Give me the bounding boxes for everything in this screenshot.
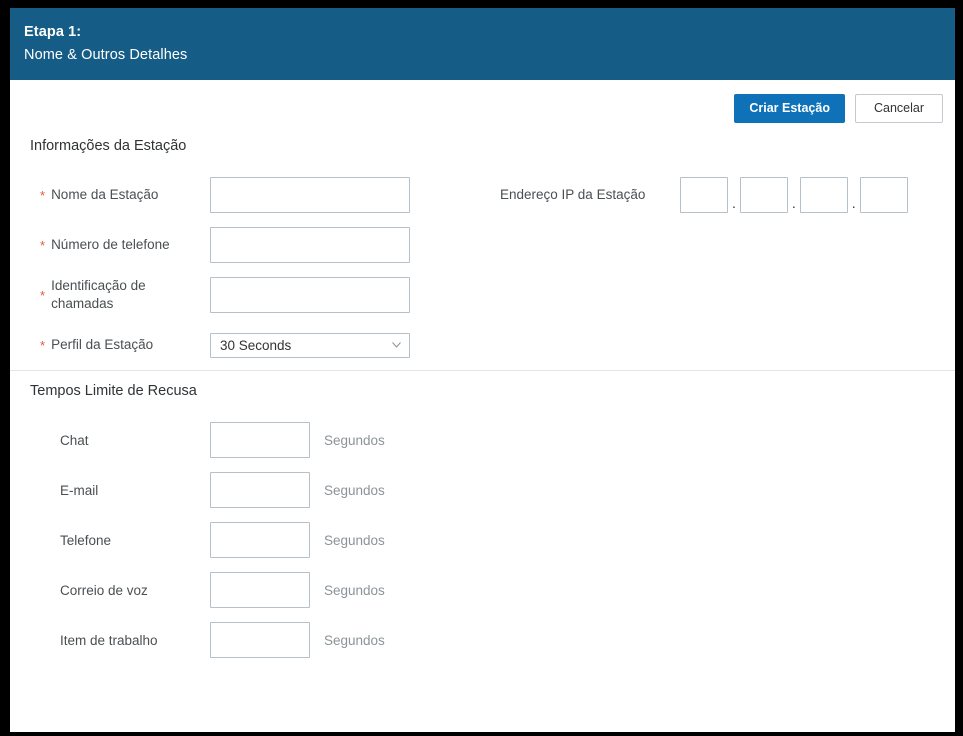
station-info-section: Informações da Estação * Nome da Estação…: [10, 136, 955, 370]
field-row-station-name: * Nome da Estação: [10, 170, 500, 220]
chat-timeout-input[interactable]: [210, 422, 310, 458]
timeout-row-voicemail: Correio de voz Segundos: [10, 565, 955, 615]
ip-separator-3: .: [851, 195, 856, 211]
chat-timeout-unit: Segundos: [324, 432, 385, 448]
wizard-page: Etapa 1: Nome & Outros Detalhes Criar Es…: [10, 8, 955, 732]
refusal-timeouts-title: Tempos Limite de Recusa: [30, 383, 197, 399]
timeout-row-email: E-mail Segundos: [10, 465, 955, 515]
window-frame: Etapa 1: Nome & Outros Detalhes Criar Es…: [0, 0, 963, 736]
voicemail-timeout-unit: Segundos: [324, 582, 385, 598]
phone-timeout-label: Telefone: [60, 532, 112, 548]
field-row-ip-address: Endereço IP da Estação . . .: [500, 170, 955, 220]
timeout-row-phone: Telefone Segundos: [10, 515, 955, 565]
required-asterisk-icon: *: [40, 287, 46, 303]
station-name-label: * Nome da Estação: [10, 186, 210, 204]
station-profile-label-text: Perfil da Estação: [51, 337, 154, 352]
timeout-row-chat: Chat Segundos: [10, 415, 955, 465]
station-profile-select[interactable]: 30 Seconds: [210, 332, 410, 358]
station-profile-label: * Perfil da Estação: [10, 336, 210, 354]
step-title-label: Nome & Outros Detalhes: [24, 47, 188, 63]
ip-address-label-text: Endereço IP da Estação: [500, 187, 646, 202]
station-name-label-text: Nome da Estação: [51, 187, 159, 202]
email-timeout-unit: Segundos: [324, 482, 385, 498]
email-timeout-input[interactable]: [210, 472, 310, 508]
required-asterisk-icon: *: [40, 187, 46, 203]
caller-id-input[interactable]: [210, 277, 410, 313]
refusal-timeouts-section: Tempos Limite de Recusa Chat Segundos E-…: [10, 370, 955, 665]
email-timeout-label: E-mail: [60, 482, 99, 498]
field-row-phone-number: * Número de telefone: [10, 220, 500, 270]
ip-separator-1: .: [732, 195, 736, 211]
ip-octet-3-input[interactable]: [799, 177, 848, 213]
create-station-button[interactable]: Criar Estação: [734, 94, 845, 123]
required-asterisk-icon: *: [40, 237, 46, 253]
work-item-timeout-label: Item de trabalho: [60, 632, 158, 648]
step-number-label: Etapa 1:: [24, 24, 82, 40]
work-item-timeout-unit: Segundos: [324, 632, 385, 648]
ip-separator-2: .: [791, 195, 796, 211]
work-item-timeout-input[interactable]: [210, 622, 310, 658]
ip-octet-4-input[interactable]: [859, 177, 908, 213]
voicemail-timeout-label: Correio de voz: [60, 582, 148, 598]
required-asterisk-icon: *: [40, 337, 46, 353]
phone-timeout-input[interactable]: [210, 522, 310, 558]
field-row-station-profile: * Perfil da Estação 30 Seconds: [10, 320, 500, 370]
field-row-caller-id: * Identificação de chamadas: [10, 270, 500, 320]
caller-id-label-text: Identificação de chamadas: [51, 278, 146, 311]
station-profile-select-wrapper: 30 Seconds: [210, 332, 410, 358]
refusal-timeouts-rows: Chat Segundos E-mail Segundos Telefone S…: [10, 415, 955, 665]
station-info-right-column: Endereço IP da Estação . . .: [500, 170, 955, 370]
voicemail-timeout-input[interactable]: [210, 572, 310, 608]
timeout-row-work-item: Item de trabalho Segundos: [10, 615, 955, 665]
phone-number-label-text: Número de telefone: [51, 237, 170, 252]
action-buttons-group: Criar Estação Cancelar: [734, 94, 943, 123]
step-header: Etapa 1: Nome & Outros Detalhes: [10, 8, 955, 80]
ip-octet-1-input[interactable]: [680, 177, 728, 213]
chat-timeout-label: Chat: [60, 432, 89, 448]
ip-address-group: . . .: [680, 177, 908, 213]
station-info-title: Informações da Estação: [30, 138, 187, 154]
phone-timeout-unit: Segundos: [324, 532, 385, 548]
action-bar: Criar Estação Cancelar: [10, 80, 955, 136]
ip-address-label: Endereço IP da Estação: [500, 186, 680, 204]
station-info-columns: * Nome da Estação * Número de telefone *…: [10, 170, 955, 370]
caller-id-label: * Identificação de chamadas: [10, 277, 210, 313]
station-name-input[interactable]: [210, 177, 410, 213]
phone-number-input[interactable]: [210, 227, 410, 263]
station-info-left-column: * Nome da Estação * Número de telefone *…: [10, 170, 500, 370]
cancel-button[interactable]: Cancelar: [854, 94, 943, 123]
ip-octet-2-input[interactable]: [739, 177, 788, 213]
phone-number-label: * Número de telefone: [10, 236, 210, 254]
